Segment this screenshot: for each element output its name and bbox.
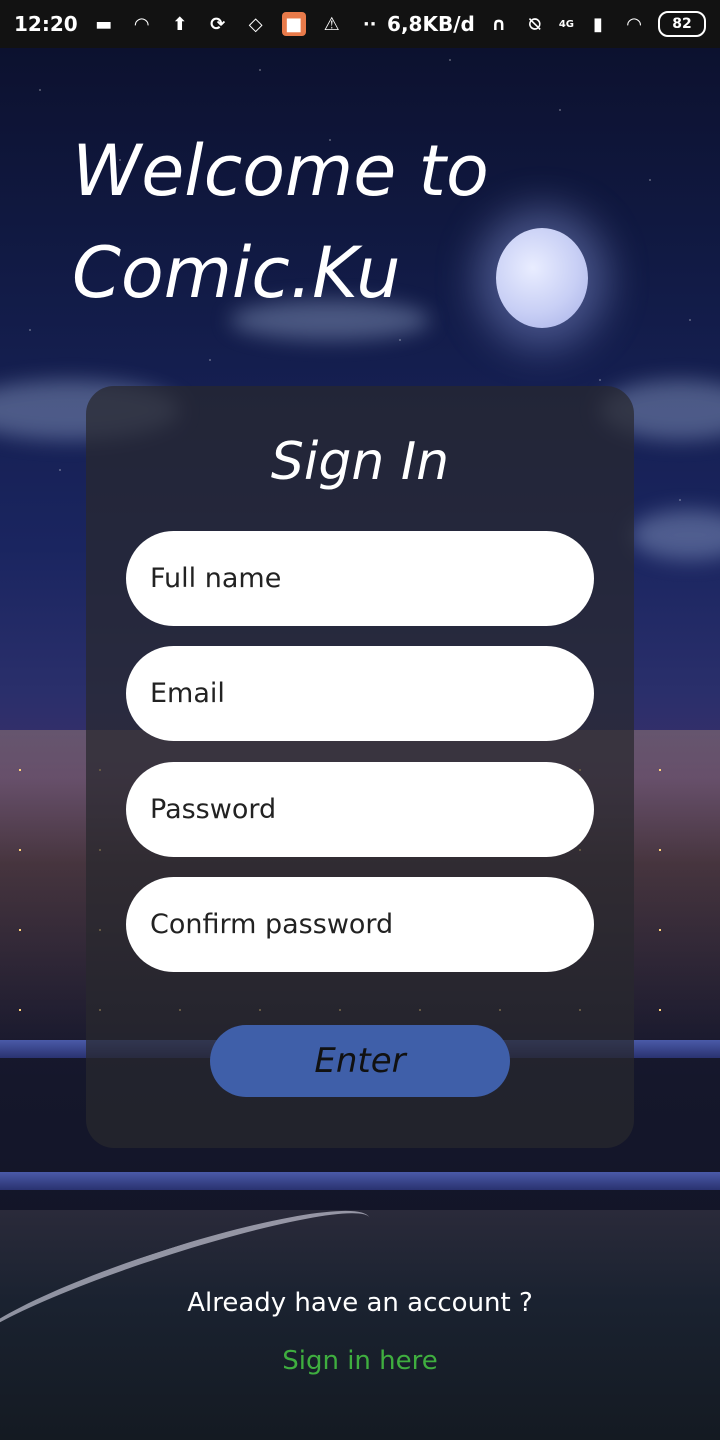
sync-icon: ⟳ — [210, 13, 226, 35]
wifi-icon: ◠ — [627, 13, 641, 35]
cloud — [630, 510, 720, 560]
email-input[interactable] — [126, 646, 594, 741]
already-account-text: Already have an account ? — [187, 1288, 533, 1318]
signin-here-link[interactable]: Sign in here — [0, 1346, 720, 1376]
full-name-input[interactable] — [126, 531, 594, 626]
warning-icon: ⚠ — [323, 13, 340, 35]
battery-level: 82 — [672, 16, 692, 32]
welcome-line-2: Comic.Ku — [72, 232, 401, 314]
welcome-line-1: Welcome to — [72, 130, 489, 212]
signal-icon: ▮ — [593, 13, 603, 35]
app-icon: ■ — [281, 12, 306, 36]
enter-button[interactable]: Enter — [210, 1025, 510, 1097]
railing — [0, 1172, 720, 1190]
welcome-title: Welcome to Comic.Ku — [72, 120, 592, 324]
vpn-icon: ◇ — [248, 13, 263, 35]
network-speed: 6,8KB/d — [387, 12, 475, 36]
confirm-password-input[interactable] — [126, 877, 594, 972]
screen: 12:20 ▬ ◠ ⬆ ⟳ ◇ ■ ⚠ ·· 6,8KB/d ∩ ⍉ 4G ▮ … — [0, 0, 720, 1440]
wifi-icon: ◠ — [134, 13, 149, 35]
upload-icon: ⬆ — [172, 13, 188, 35]
password-input[interactable] — [126, 762, 594, 857]
status-bar: 12:20 ▬ ◠ ⬆ ⟳ ◇ ■ ⚠ ·· 6,8KB/d ∩ ⍉ 4G ▮ … — [0, 0, 720, 48]
signin-title: Sign In — [270, 432, 450, 492]
mute-bell-icon: ⍉ — [529, 13, 541, 35]
signal-label: 4G — [558, 18, 574, 30]
dots-icon: ·· — [362, 13, 377, 35]
chat-icon: ▬ — [95, 13, 113, 35]
battery-icon: 82 — [658, 11, 706, 37]
headphones-icon: ∩ — [491, 13, 507, 35]
status-time: 12:20 — [14, 12, 78, 36]
